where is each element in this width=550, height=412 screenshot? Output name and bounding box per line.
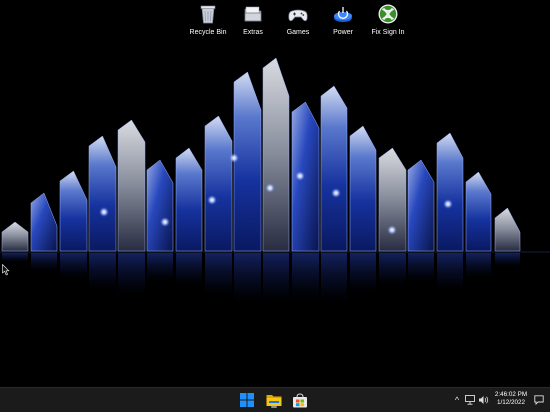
wallpaper-prism-reflection (263, 253, 289, 308)
wallpaper-prism-reflection (292, 253, 319, 306)
system-clock[interactable]: 2:46:02 PM 1/12/2022 (490, 391, 532, 407)
wallpaper-prism-reflection (350, 253, 376, 297)
file-explorer-button[interactable] (265, 391, 283, 409)
wallpaper-prism (465, 171, 492, 252)
gamepad-icon (288, 9, 308, 22)
wallpaper-prism-reflection (379, 253, 406, 290)
wallpaper-prism (146, 159, 174, 252)
notification-center-button[interactable] (532, 392, 546, 408)
wallpaper-prism-reflection (495, 253, 520, 269)
wallpaper-prism-reflection (176, 253, 202, 290)
clock-date: 1/12/2022 (496, 399, 525, 406)
wallpaper-prism (494, 207, 521, 252)
wallpaper-prism (1, 221, 29, 252)
wallpaper-sparkle (207, 195, 217, 205)
microsoft-store-button[interactable] (291, 391, 309, 409)
network-button[interactable] (463, 392, 477, 408)
wallpaper-prism-reflection (408, 253, 434, 285)
folder-icon (266, 395, 282, 406)
wallpaper-prism (436, 132, 464, 252)
store-icon (293, 392, 307, 407)
recycle-bin-icon (200, 5, 216, 24)
start-button[interactable] (238, 391, 256, 409)
network-icon (464, 395, 475, 405)
wallpaper-sparkle (160, 217, 170, 227)
wallpaper-prism (407, 159, 435, 252)
wallpaper-prism (88, 135, 117, 252)
wallpaper-sparkle (387, 225, 397, 235)
folder-icon (244, 6, 262, 22)
wallpaper-prism-reflection (466, 253, 491, 281)
wallpaper-prism-reflection (118, 253, 145, 299)
wallpaper-prism (349, 125, 377, 252)
wallpaper-sparkle (295, 171, 305, 181)
wallpaper-prism (233, 71, 262, 252)
taskbar: ^ 2:46:02 PM 1/12/2022 (0, 387, 550, 412)
wallpaper-sparkle (331, 188, 341, 198)
wallpaper-prism (378, 147, 407, 252)
windows-logo-icon (240, 393, 254, 407)
wallpaper-prism-reflection (234, 253, 261, 308)
notification-icon (534, 395, 544, 405)
wallpaper-prism (204, 115, 233, 252)
mouse-cursor-icon (2, 264, 10, 276)
volume-icon (478, 396, 488, 404)
desktop-icon-fix-sign-in[interactable]: Fix Sign In (362, 3, 414, 36)
wallpaper-prism (117, 119, 146, 252)
wallpaper-prism-reflection (2, 253, 28, 264)
desktop-icon-label: Fix Sign In (371, 29, 405, 36)
wallpaper-prism (175, 147, 203, 252)
wallpaper-sparkle (229, 153, 239, 163)
desktop-wallpaper (0, 57, 550, 308)
desktop-icon-area: Recycle Bin Extras Games Power Fix Sign … (182, 3, 412, 45)
wallpaper-prism-reflection (205, 253, 232, 301)
wallpaper-prism (262, 57, 290, 252)
wallpaper-sparkle (265, 183, 275, 193)
wallpaper-sparkle (99, 207, 109, 217)
xbox-icon (378, 4, 398, 24)
chevron-up-icon: ^ (454, 395, 460, 405)
volume-button[interactable] (476, 392, 490, 408)
show-hidden-icons-button[interactable]: ^ (450, 392, 464, 408)
running-indicator (271, 406, 277, 408)
wallpaper-prism-reflection (147, 253, 173, 285)
wallpaper-prism-reflection (31, 253, 57, 274)
wallpaper-prism-reflection (437, 253, 463, 295)
wallpaper-prism-reflection (60, 253, 87, 281)
wallpaper-prism (320, 85, 348, 252)
wallpaper-prism (30, 192, 58, 252)
wallpaper-prism-reflection (321, 253, 347, 308)
wallpaper-prism (59, 170, 88, 252)
wallpaper-sparkle (443, 199, 453, 209)
wallpaper-prism-reflection (89, 253, 116, 294)
clock-time: 2:46:02 PM (494, 391, 528, 398)
power-icon (334, 7, 352, 22)
